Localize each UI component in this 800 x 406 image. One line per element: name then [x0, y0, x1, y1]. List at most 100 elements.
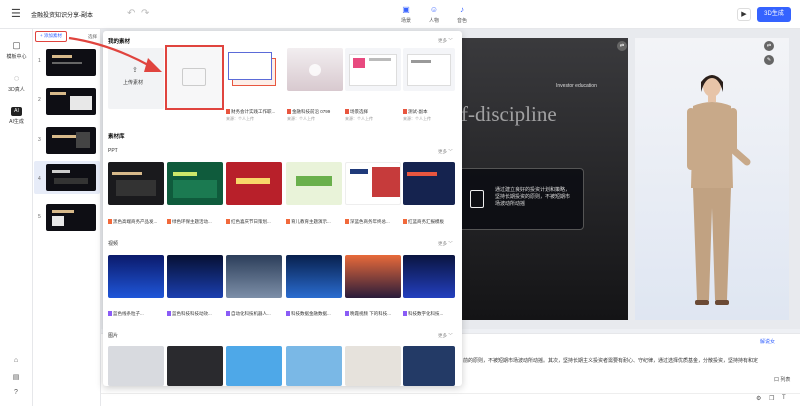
document-title[interactable]: 金融投资知识分享-副本: [31, 10, 93, 19]
copy-icon[interactable]: ❐: [769, 395, 774, 402]
list-toggle[interactable]: 口 列表: [774, 376, 790, 383]
ppt-icon: [226, 219, 230, 224]
upload-icon: ⇪: [132, 67, 138, 74]
slide-number: 4: [38, 176, 41, 182]
image-card[interactable]: [226, 346, 282, 386]
ppt-name: 红蓝商务汇报模板: [408, 219, 444, 224]
voice-selector[interactable]: 解说女: [760, 338, 775, 345]
ppt-card[interactable]: [226, 162, 282, 205]
ppt-icon: [167, 219, 171, 224]
nav-ai-generate[interactable]: AI AI生成: [0, 107, 33, 125]
slide-number: 1: [38, 58, 41, 64]
ppt-section-label: PPT: [108, 148, 118, 154]
video-card[interactable]: [108, 255, 164, 298]
file-icon: [403, 109, 407, 114]
slide-thumbnail-1[interactable]: [46, 49, 96, 76]
material-meta: 来源：个人上传: [345, 116, 373, 121]
edit-avatar-icon[interactable]: ✎: [764, 55, 774, 65]
material-card[interactable]: [226, 48, 282, 91]
ppt-name: 绿色环保主题活动...: [172, 219, 212, 224]
material-name: 场景选择: [350, 109, 368, 114]
material-card[interactable]: [403, 48, 455, 91]
material-card[interactable]: [345, 48, 401, 91]
tool-person[interactable]: ☺ 人物: [422, 5, 446, 27]
image-placeholder-icon: [182, 68, 206, 86]
video-icon: [226, 311, 230, 316]
ppt-card[interactable]: [108, 162, 164, 205]
video-more[interactable]: 更多 ﹀: [438, 241, 453, 247]
material-card[interactable]: [287, 48, 343, 91]
video-name: 科技数据金融数据...: [291, 311, 331, 316]
ppt-icon: [345, 219, 349, 224]
slide-thumbnail-3[interactable]: [46, 127, 96, 154]
text-icon[interactable]: T: [782, 395, 786, 401]
ppt-card[interactable]: [286, 162, 342, 205]
video-card[interactable]: [167, 255, 223, 298]
material-meta: 来源：个人上传: [287, 116, 315, 121]
play-button[interactable]: ▶: [737, 8, 751, 21]
redo-icon[interactable]: ↷: [141, 8, 151, 20]
ppt-name: 黑色高端商务产品发...: [113, 219, 158, 224]
my-materials-more[interactable]: 更多 ﹀: [438, 38, 453, 44]
image-card[interactable]: [108, 346, 164, 386]
gear-icon[interactable]: ⚙: [756, 395, 761, 402]
slide-thumbnail-2[interactable]: [46, 88, 96, 115]
upload-label: 上传素材: [123, 80, 144, 86]
avatar-preview[interactable]: [635, 38, 789, 320]
video-icon: [108, 311, 112, 316]
material-name: 测试-副本: [408, 109, 428, 114]
ppt-name: 深蓝色商务年终总...: [350, 219, 390, 224]
add-material-button[interactable]: + 添加素材: [35, 31, 67, 42]
image-card[interactable]: [286, 346, 342, 386]
nav-3d-human[interactable]: ◌ 3D真人: [0, 73, 33, 93]
file-icon: [345, 109, 349, 114]
video-name: 蓝色线条粒子...: [113, 311, 144, 316]
slide-body-text: 通过建立良好的投资计划和策略，坚持长期投资的原则，不被短期市场波动所动摇: [495, 187, 571, 207]
home-icon[interactable]: ⌂: [10, 357, 22, 364]
video-card[interactable]: [226, 255, 282, 298]
image-card[interactable]: [167, 346, 223, 386]
generate-button[interactable]: 3D生成: [757, 7, 791, 22]
slide-subtitle: Investor education: [556, 83, 597, 89]
video-section-label: 视频: [108, 241, 119, 247]
image-card[interactable]: [345, 346, 401, 386]
ppt-name: 红色喜庆节日策划...: [231, 219, 271, 224]
video-name: 自动化科技机器人...: [231, 311, 271, 316]
image-card[interactable]: [403, 346, 455, 386]
video-card[interactable]: [286, 255, 342, 298]
phone-icon: [470, 190, 484, 208]
help-icon[interactable]: ?: [10, 389, 22, 396]
tool-voice[interactable]: ♪ 音色: [450, 5, 474, 27]
undo-icon[interactable]: ↶: [127, 8, 137, 20]
video-card[interactable]: [345, 255, 401, 298]
ppt-card[interactable]: [345, 162, 401, 205]
ppt-more[interactable]: 更多 ﹀: [438, 149, 453, 155]
swap-avatar-icon[interactable]: ⇄: [764, 41, 774, 51]
video-name: 蓝色科技科技动效...: [172, 311, 212, 316]
ppt-icon: [286, 219, 290, 224]
swap-icon[interactable]: ⇄: [617, 41, 627, 51]
image-more[interactable]: 更多 ﹀: [438, 333, 453, 339]
file-icon: [226, 109, 230, 114]
ppt-card[interactable]: [167, 162, 223, 205]
video-icon: [167, 311, 171, 316]
slide-thumbnail-5[interactable]: [46, 204, 96, 231]
ppt-card[interactable]: [403, 162, 455, 205]
human-icon: ◌: [13, 73, 20, 83]
slide-thumbnail-4[interactable]: [46, 164, 96, 191]
nav-template-center[interactable]: ▢ 模板中心: [0, 40, 33, 60]
video-icon: [345, 311, 349, 316]
ppt-icon: [403, 219, 407, 224]
material-name: 金融科技前沿 0799: [292, 109, 331, 114]
video-card[interactable]: [403, 255, 455, 298]
select-label[interactable]: 选择: [88, 34, 97, 40]
document-icon[interactable]: ▤: [10, 373, 22, 381]
ppt-icon: [108, 219, 112, 224]
script-text[interactable]: 前的原则，不被短期市场波动所动摇。其次，坚持长期主义投资者需要有耐心、守纪律，通…: [463, 357, 758, 364]
file-icon: [287, 109, 291, 114]
mic-icon: ♪: [460, 5, 464, 14]
my-materials-title: 我的素材: [108, 39, 131, 45]
tool-scene[interactable]: ▣ 场景: [394, 5, 418, 27]
scene-icon: ▣: [402, 5, 410, 14]
menu-icon[interactable]: ☰: [11, 8, 23, 20]
